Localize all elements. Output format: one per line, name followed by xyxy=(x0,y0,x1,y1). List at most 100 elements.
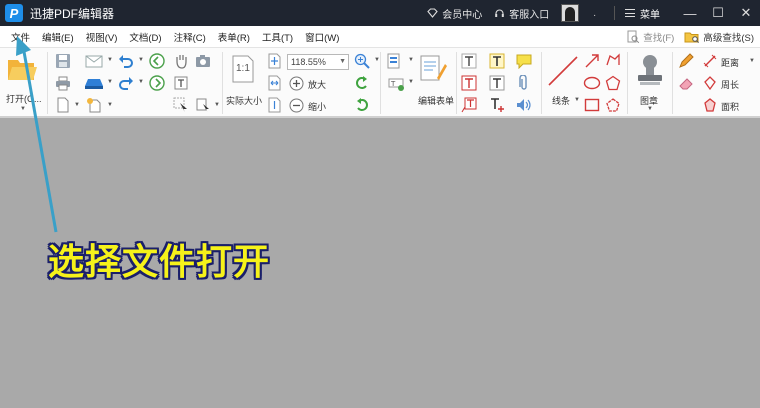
callout-button[interactable] xyxy=(460,97,478,113)
open-dropdown-caret[interactable]: ▼ xyxy=(20,106,26,112)
zoom-in-button[interactable] xyxy=(288,75,304,91)
new-doc-button[interactable] xyxy=(54,97,72,113)
rotate-right-icon xyxy=(357,98,368,111)
email-button[interactable] xyxy=(84,53,104,69)
text-tool-button[interactable] xyxy=(488,53,506,69)
new-blank-button[interactable] xyxy=(84,97,104,113)
next-view-button[interactable] xyxy=(148,75,166,91)
text-box-tool-button[interactable] xyxy=(488,75,506,91)
stamp-button[interactable] xyxy=(634,52,666,88)
customer-service-link[interactable]: 客服入口 xyxy=(494,6,549,21)
add-text-button[interactable] xyxy=(488,97,506,113)
magnifier-button[interactable] xyxy=(353,53,371,69)
fit-width-button[interactable] xyxy=(266,75,282,91)
main-menu-label: 菜单 xyxy=(640,9,660,21)
stamp-dropdown-caret[interactable]: ▼ xyxy=(647,106,653,112)
member-center-link[interactable]: 会员中心 xyxy=(427,6,482,21)
note-button[interactable] xyxy=(514,53,534,69)
rotate-left-button[interactable] xyxy=(353,75,371,91)
minimize-button[interactable]: — xyxy=(676,0,704,26)
select-area-button[interactable] xyxy=(172,97,190,113)
polygon-tool-button[interactable] xyxy=(604,75,622,91)
attach-file-button[interactable] xyxy=(514,75,534,91)
folder-search-icon xyxy=(684,32,700,43)
speaker-icon xyxy=(517,99,531,111)
open-button[interactable] xyxy=(5,54,39,84)
textbox-button[interactable] xyxy=(460,75,478,91)
text-field-dropdown-caret[interactable]: ▼ xyxy=(408,79,414,85)
advanced-find-button[interactable]: 高级查找(S) xyxy=(684,30,754,44)
eraser-icon xyxy=(679,78,693,90)
blank-dropdown-caret[interactable]: ▼ xyxy=(107,102,113,108)
rectangle-tool-button[interactable] xyxy=(583,97,601,113)
back-circle-icon xyxy=(149,53,165,69)
eraser-tool-button[interactable] xyxy=(677,75,695,91)
main-menu-button[interactable]: 菜单 xyxy=(625,6,660,21)
perimeter-tool-button[interactable] xyxy=(702,75,718,91)
form-field-button[interactable] xyxy=(386,53,406,69)
undo-dropdown-caret[interactable]: ▼ xyxy=(138,57,144,63)
form-dropdown-caret[interactable]: ▼ xyxy=(408,57,414,63)
app-logo-icon: P xyxy=(5,4,23,22)
rotate-left-icon xyxy=(356,76,367,89)
hand-tool-button[interactable] xyxy=(172,53,190,69)
line-tool-button[interactable] xyxy=(545,53,581,89)
select-dropdown-caret[interactable]: ▼ xyxy=(214,102,220,108)
find-button[interactable]: 查找(F) xyxy=(626,30,674,44)
scan-button[interactable] xyxy=(84,75,104,91)
typewriter-button[interactable] xyxy=(460,53,478,69)
zoom-level-select[interactable]: 118.55% ▼ xyxy=(287,54,349,70)
redo-button[interactable] xyxy=(117,75,135,91)
cloud-tool-button[interactable] xyxy=(604,97,622,113)
callout-icon xyxy=(461,97,477,113)
maximize-button[interactable]: ☐ xyxy=(704,0,732,26)
menu-view[interactable]: 视图(V) xyxy=(80,30,124,44)
menu-bar: 文件 编辑(E) 视图(V) 文档(D) 注释(C) 表单(R) 工具(T) 窗… xyxy=(0,26,760,48)
print-button[interactable] xyxy=(54,75,72,91)
new-doc-dropdown-caret[interactable]: ▼ xyxy=(74,102,80,108)
scan-dropdown-caret[interactable]: ▼ xyxy=(107,79,113,85)
sound-button[interactable] xyxy=(514,97,534,113)
app-title: 迅捷PDF编辑器 xyxy=(30,6,115,21)
area-tool-button[interactable] xyxy=(702,97,718,113)
mail-icon xyxy=(85,55,103,68)
pencil-tool-button[interactable] xyxy=(677,53,695,69)
fit-visible-button[interactable] xyxy=(266,97,282,113)
menu-comment[interactable]: 注释(C) xyxy=(168,30,212,44)
pentagon-icon xyxy=(605,75,621,91)
menu-form[interactable]: 表单(R) xyxy=(212,30,256,44)
redo-dropdown-caret[interactable]: ▼ xyxy=(138,79,144,85)
distance-tool-button[interactable] xyxy=(702,53,718,69)
prev-view-button[interactable] xyxy=(148,53,166,69)
polyline-tool-button[interactable] xyxy=(604,53,622,69)
arrow-tool-button[interactable] xyxy=(583,53,601,69)
email-dropdown-caret[interactable]: ▼ xyxy=(107,57,113,63)
menu-tools[interactable]: 工具(T) xyxy=(256,30,299,44)
menu-edit[interactable]: 编辑(E) xyxy=(36,30,80,44)
tutorial-caption: 选择文件打开 xyxy=(48,241,271,283)
snapshot-button[interactable] xyxy=(194,53,212,69)
menu-file[interactable]: 文件 xyxy=(5,30,36,44)
avatar[interactable] xyxy=(561,4,580,22)
distance-dropdown-caret[interactable]: ▼ xyxy=(749,58,755,64)
text-field-button[interactable]: T xyxy=(386,75,406,91)
select-text-button[interactable] xyxy=(172,75,190,91)
fit-width-icon xyxy=(268,75,280,91)
select-object-button[interactable] xyxy=(194,97,212,113)
ellipse-icon xyxy=(583,76,601,90)
paperclip-icon xyxy=(519,75,527,90)
minus-circle-icon xyxy=(289,98,303,112)
zoom-out-button[interactable] xyxy=(288,97,304,113)
menu-document[interactable]: 文档(D) xyxy=(123,30,167,44)
edit-form-button[interactable] xyxy=(418,53,448,85)
close-button[interactable]: ✕ xyxy=(732,0,760,26)
fit-page-button[interactable] xyxy=(266,53,282,69)
rotate-right-button[interactable] xyxy=(353,97,371,113)
save-button[interactable] xyxy=(54,53,72,69)
menu-window[interactable]: 窗口(W) xyxy=(299,30,345,44)
headset-icon xyxy=(495,8,505,17)
ellipse-tool-button[interactable] xyxy=(583,75,601,91)
undo-button[interactable] xyxy=(117,53,135,69)
customer-service-label: 客服入口 xyxy=(509,9,550,21)
line-dropdown-caret[interactable]: ▼ xyxy=(574,97,580,103)
